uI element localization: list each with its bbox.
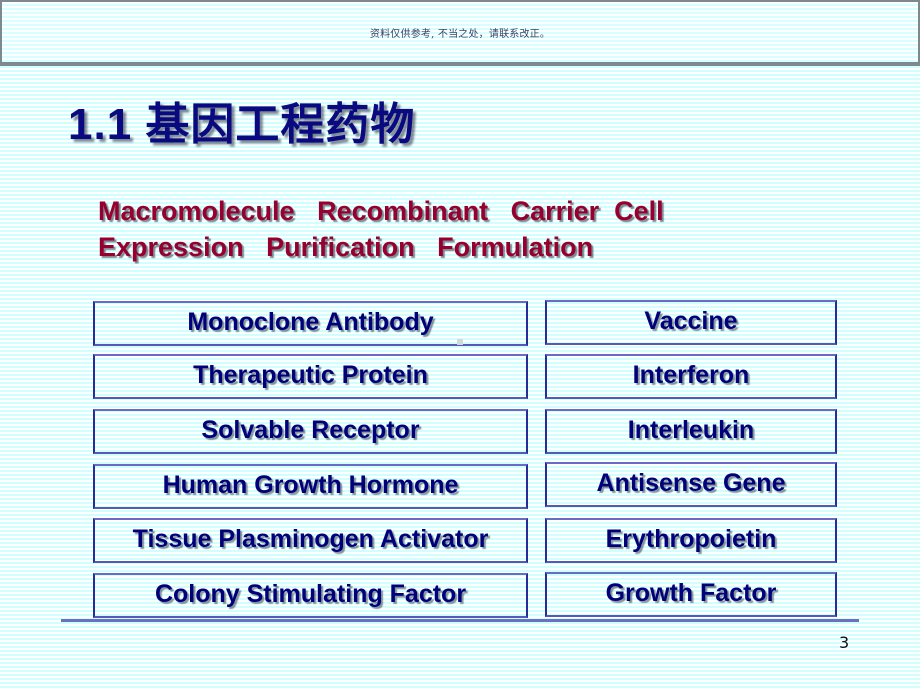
term-label: Interleukin bbox=[627, 416, 755, 444]
term-box-human-growth-hormone: Human Growth Hormone bbox=[93, 464, 528, 509]
term-label: Growth Factor bbox=[605, 579, 777, 607]
term-label: Monoclone Antibody bbox=[187, 308, 434, 336]
term-label: Vaccine bbox=[644, 307, 738, 335]
keywords-block: Macromolecule Recombinant Carrier Cell E… bbox=[98, 193, 664, 265]
term-label: Interferon bbox=[632, 361, 750, 389]
slide-title: 1.1 基因工程药物 bbox=[68, 100, 416, 149]
term-label: Therapeutic Protein bbox=[193, 361, 428, 389]
term-box-interferon: Interferon bbox=[545, 354, 837, 399]
term-box-therapeutic-protein: Therapeutic Protein bbox=[93, 354, 528, 399]
term-label: Solvable Receptor bbox=[201, 416, 420, 444]
keywords-line-2: Expression Purification Formulation bbox=[98, 232, 594, 262]
notice-banner: 资料仅供参考, 不当之处，请联系改正。 bbox=[0, 0, 920, 66]
page-number: 3 bbox=[839, 633, 850, 652]
term-label: Erythropoietin bbox=[605, 525, 777, 553]
keywords-line-1: Macromolecule Recombinant Carrier Cell bbox=[98, 196, 664, 226]
term-label: Antisense Gene bbox=[596, 469, 786, 497]
term-box-growth-factor: Growth Factor bbox=[545, 572, 837, 617]
term-box-vaccine: Vaccine bbox=[545, 300, 837, 345]
term-label: Colony Stimulating Factor bbox=[154, 580, 467, 608]
decorative-artifact bbox=[457, 339, 463, 345]
term-box-erythropoietin: Erythropoietin bbox=[545, 518, 837, 563]
term-box-colony-stimulating-factor: Colony Stimulating Factor bbox=[93, 573, 528, 618]
footer-divider bbox=[61, 619, 859, 622]
notice-text: 资料仅供参考, 不当之处，请联系改正。 bbox=[369, 29, 551, 40]
term-box-solvable-receptor: Solvable Receptor bbox=[93, 409, 528, 454]
term-label: Human Growth Hormone bbox=[162, 471, 459, 499]
term-label: Tissue Plasminogen Activator bbox=[132, 525, 489, 553]
term-box-antisense-gene: Antisense Gene bbox=[545, 462, 837, 507]
term-box-interleukin: Interleukin bbox=[545, 409, 837, 454]
term-box-tissue-plasminogen-activator: Tissue Plasminogen Activator bbox=[93, 518, 528, 563]
